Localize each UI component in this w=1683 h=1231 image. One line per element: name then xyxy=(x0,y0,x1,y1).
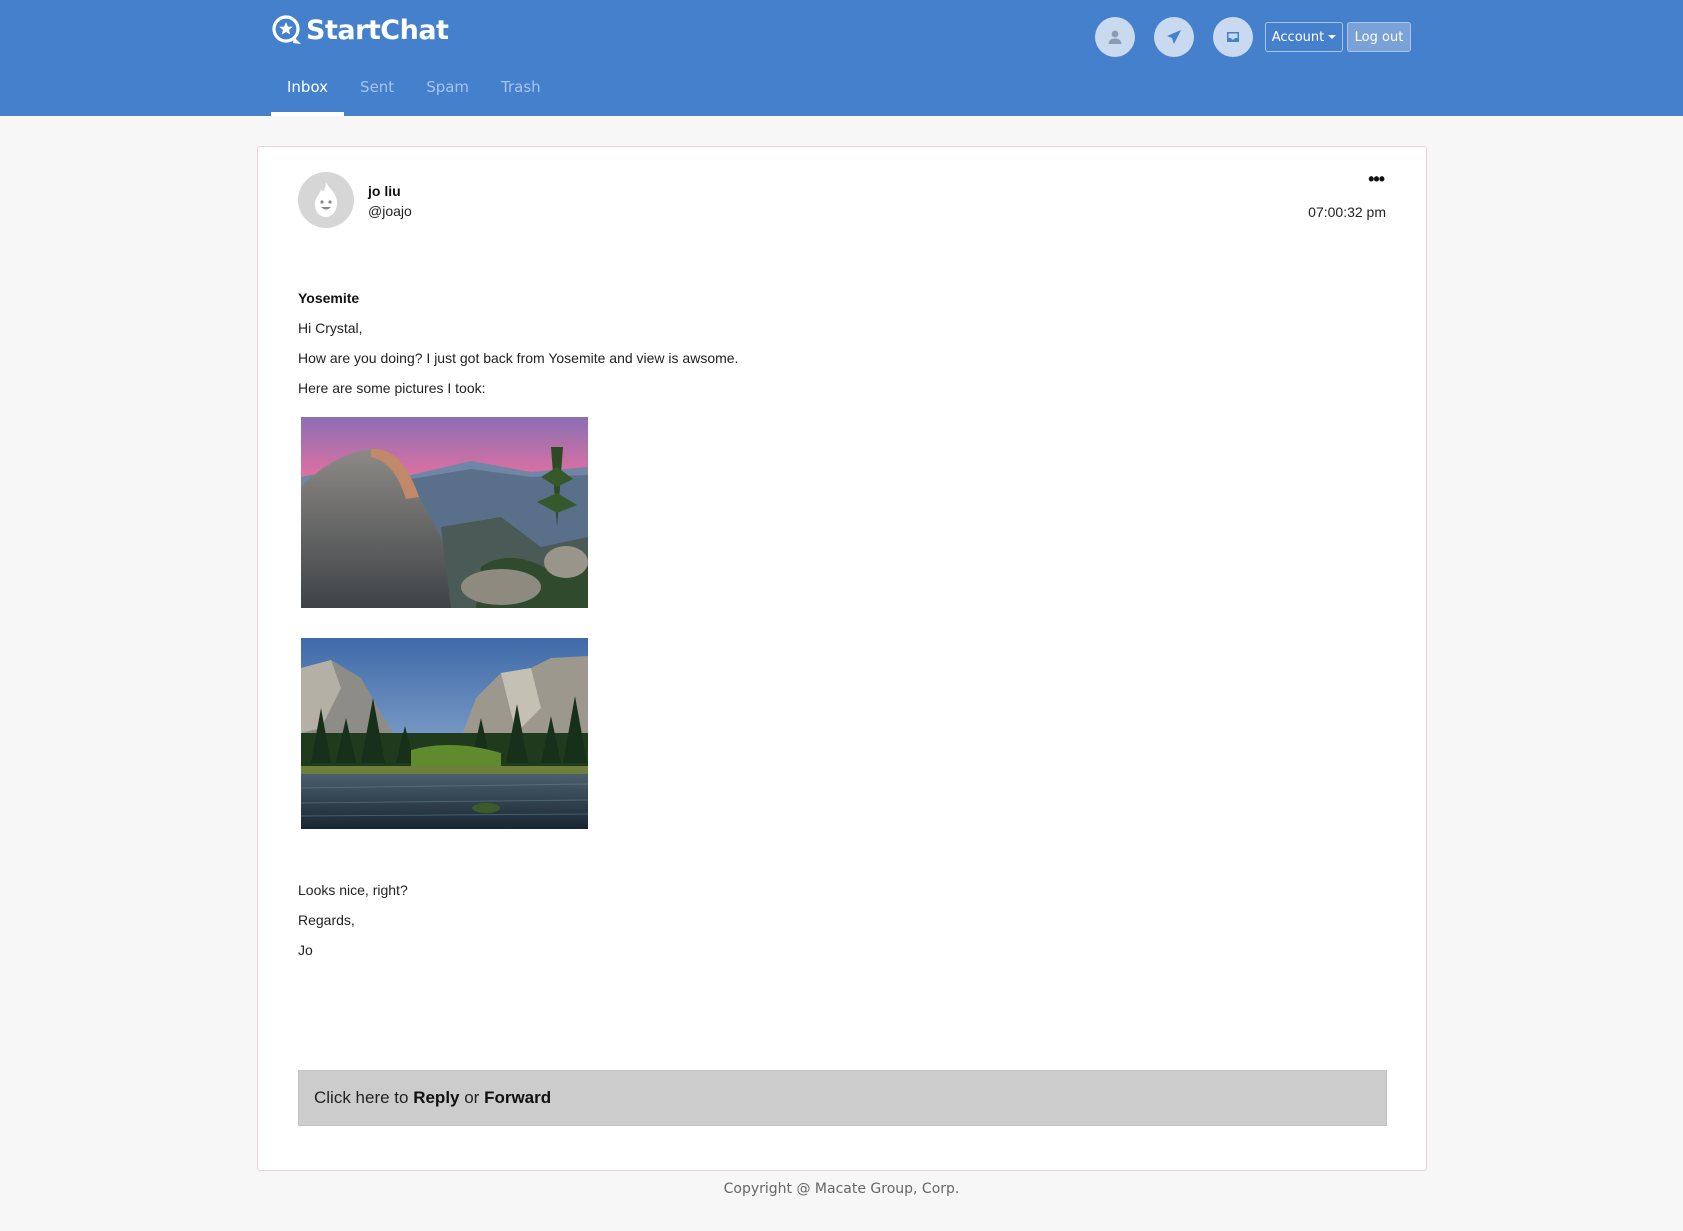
footer-copyright: Copyright @ Macate Group, Corp. xyxy=(723,1181,960,1197)
message-signature: Jo xyxy=(298,942,313,958)
message-greeting: Hi Crystal, xyxy=(298,320,363,336)
flame-face-icon xyxy=(315,182,337,217)
photo-yosemite-valley[interactable] xyxy=(301,638,588,829)
forward-link[interactable]: Forward xyxy=(484,1088,551,1107)
caret-down-icon xyxy=(1328,35,1337,39)
mail-nav: Inbox Sent Spam Trash xyxy=(271,66,557,116)
more-options-button[interactable]: ••• xyxy=(1368,170,1385,188)
avatar[interactable] xyxy=(298,172,354,228)
photo-half-dome[interactable] xyxy=(301,417,588,608)
sender-name: jo liu xyxy=(368,183,401,199)
reply-bar-prefix: Click here to xyxy=(314,1088,414,1107)
message-body-line: Here are some pictures I took: xyxy=(298,380,486,396)
reply-forward-bar[interactable]: Click here to Reply or Forward xyxy=(298,1070,1387,1126)
message-closing-line: Regards, xyxy=(298,912,355,928)
message-subject: Yosemite xyxy=(298,290,360,306)
tab-spam[interactable]: Spam xyxy=(410,66,485,116)
user-icon xyxy=(1108,30,1122,44)
profile-button[interactable] xyxy=(1095,17,1135,57)
tab-trash[interactable]: Trash xyxy=(485,66,557,116)
top-bar: StartChat Inbox Sent Spam Trash Account … xyxy=(0,0,1683,116)
logout-button[interactable]: Log out xyxy=(1347,22,1411,52)
account-dropdown-button[interactable]: Account xyxy=(1265,22,1343,52)
reply-bar-or: or xyxy=(459,1088,485,1107)
send-icon xyxy=(1167,30,1181,44)
app-logo[interactable]: StartChat xyxy=(271,12,449,48)
message-card: jo liu @joajo ••• 07:00:32 pm Yosemite H… xyxy=(257,146,1427,1171)
tab-sent[interactable]: Sent xyxy=(344,66,410,116)
inbox-button[interactable] xyxy=(1213,17,1253,57)
message-closing-line: Looks nice, right? xyxy=(298,882,408,898)
message-time: 07:00:32 pm xyxy=(1308,204,1386,220)
sender-handle: @joajo xyxy=(368,203,412,219)
tab-inbox[interactable]: Inbox xyxy=(271,66,345,116)
inbox-icon xyxy=(1227,32,1239,42)
compose-button[interactable] xyxy=(1154,17,1194,57)
reply-link[interactable]: Reply xyxy=(413,1088,459,1107)
app-name: StartChat xyxy=(306,14,449,46)
chat-star-icon xyxy=(272,15,301,44)
message-body-line: How are you doing? I just got back from … xyxy=(298,350,739,366)
account-label: Account xyxy=(1271,29,1325,45)
